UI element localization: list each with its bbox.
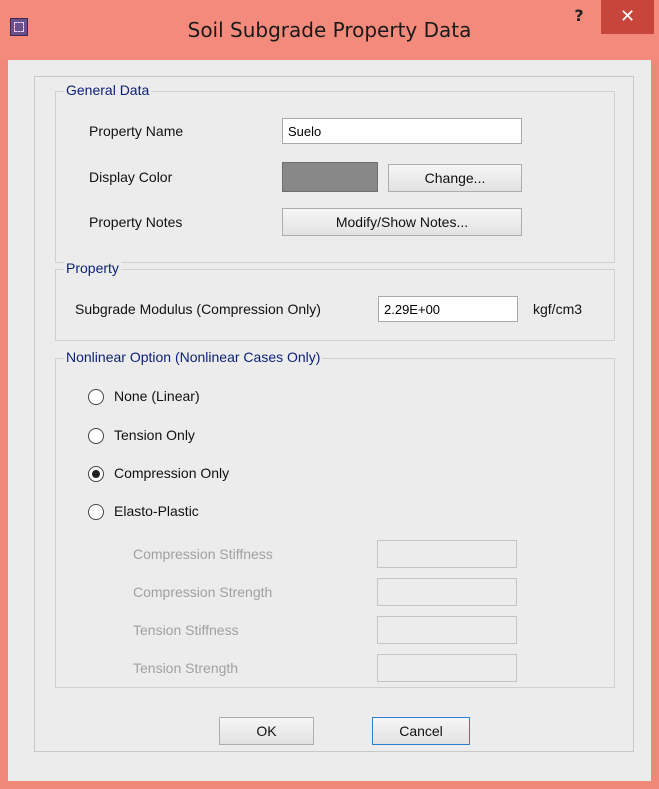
property-group: Property Subgrade Modulus (Compression O… [55,260,615,341]
compression-strength-input[interactable] [377,578,517,606]
subgrade-modulus-label: Subgrade Modulus (Compression Only) [75,301,321,317]
dialog-frame: General Data Property Name Display Color… [34,76,634,752]
window-title: Soil Subgrade Property Data [187,18,472,42]
compression-stiffness-input[interactable] [377,540,517,568]
dialog-body: General Data Property Name Display Color… [8,60,651,781]
property-name-input[interactable] [282,118,522,144]
radio-compression-only[interactable] [88,466,104,482]
tension-stiffness-label: Tension Stiffness [133,622,239,638]
radio-tension-only-label[interactable]: Tension Only [114,427,195,443]
radio-compression-only-label[interactable]: Compression Only [114,465,229,481]
help-button[interactable]: ? [564,6,594,30]
property-notes-label: Property Notes [89,214,183,230]
modify-notes-button[interactable]: Modify/Show Notes... [282,208,522,236]
general-data-legend: General Data [64,82,152,98]
tension-strength-label: Tension Strength [133,660,239,676]
radio-none-linear-label[interactable]: None (Linear) [114,388,200,404]
tension-stiffness-input[interactable] [377,616,517,644]
title-bar: Soil Subgrade Property Data ? ✕ [0,0,659,60]
cancel-button[interactable]: Cancel [372,717,470,745]
ok-button[interactable]: OK [219,717,314,745]
nonlinear-option-group: Nonlinear Option (Nonlinear Cases Only) … [55,349,615,688]
display-color-label: Display Color [89,169,173,185]
nonlinear-option-legend: Nonlinear Option (Nonlinear Cases Only) [64,349,323,365]
subgrade-modulus-input[interactable] [378,296,518,322]
radio-none-linear[interactable] [88,389,104,405]
display-color-swatch [282,162,378,192]
radio-tension-only[interactable] [88,428,104,444]
close-button[interactable]: ✕ [601,0,654,34]
tension-strength-input[interactable] [377,654,517,682]
general-data-group: General Data Property Name Display Color… [55,82,615,263]
radio-elasto-plastic-label[interactable]: Elasto-Plastic [114,503,199,519]
compression-strength-label: Compression Strength [133,584,273,600]
subgrade-unit-label: kgf/cm3 [533,301,583,317]
radio-elasto-plastic[interactable] [88,504,104,520]
compression-stiffness-label: Compression Stiffness [133,546,273,562]
change-color-button[interactable]: Change... [388,164,522,192]
property-legend: Property [64,260,121,276]
property-name-label: Property Name [89,123,184,139]
